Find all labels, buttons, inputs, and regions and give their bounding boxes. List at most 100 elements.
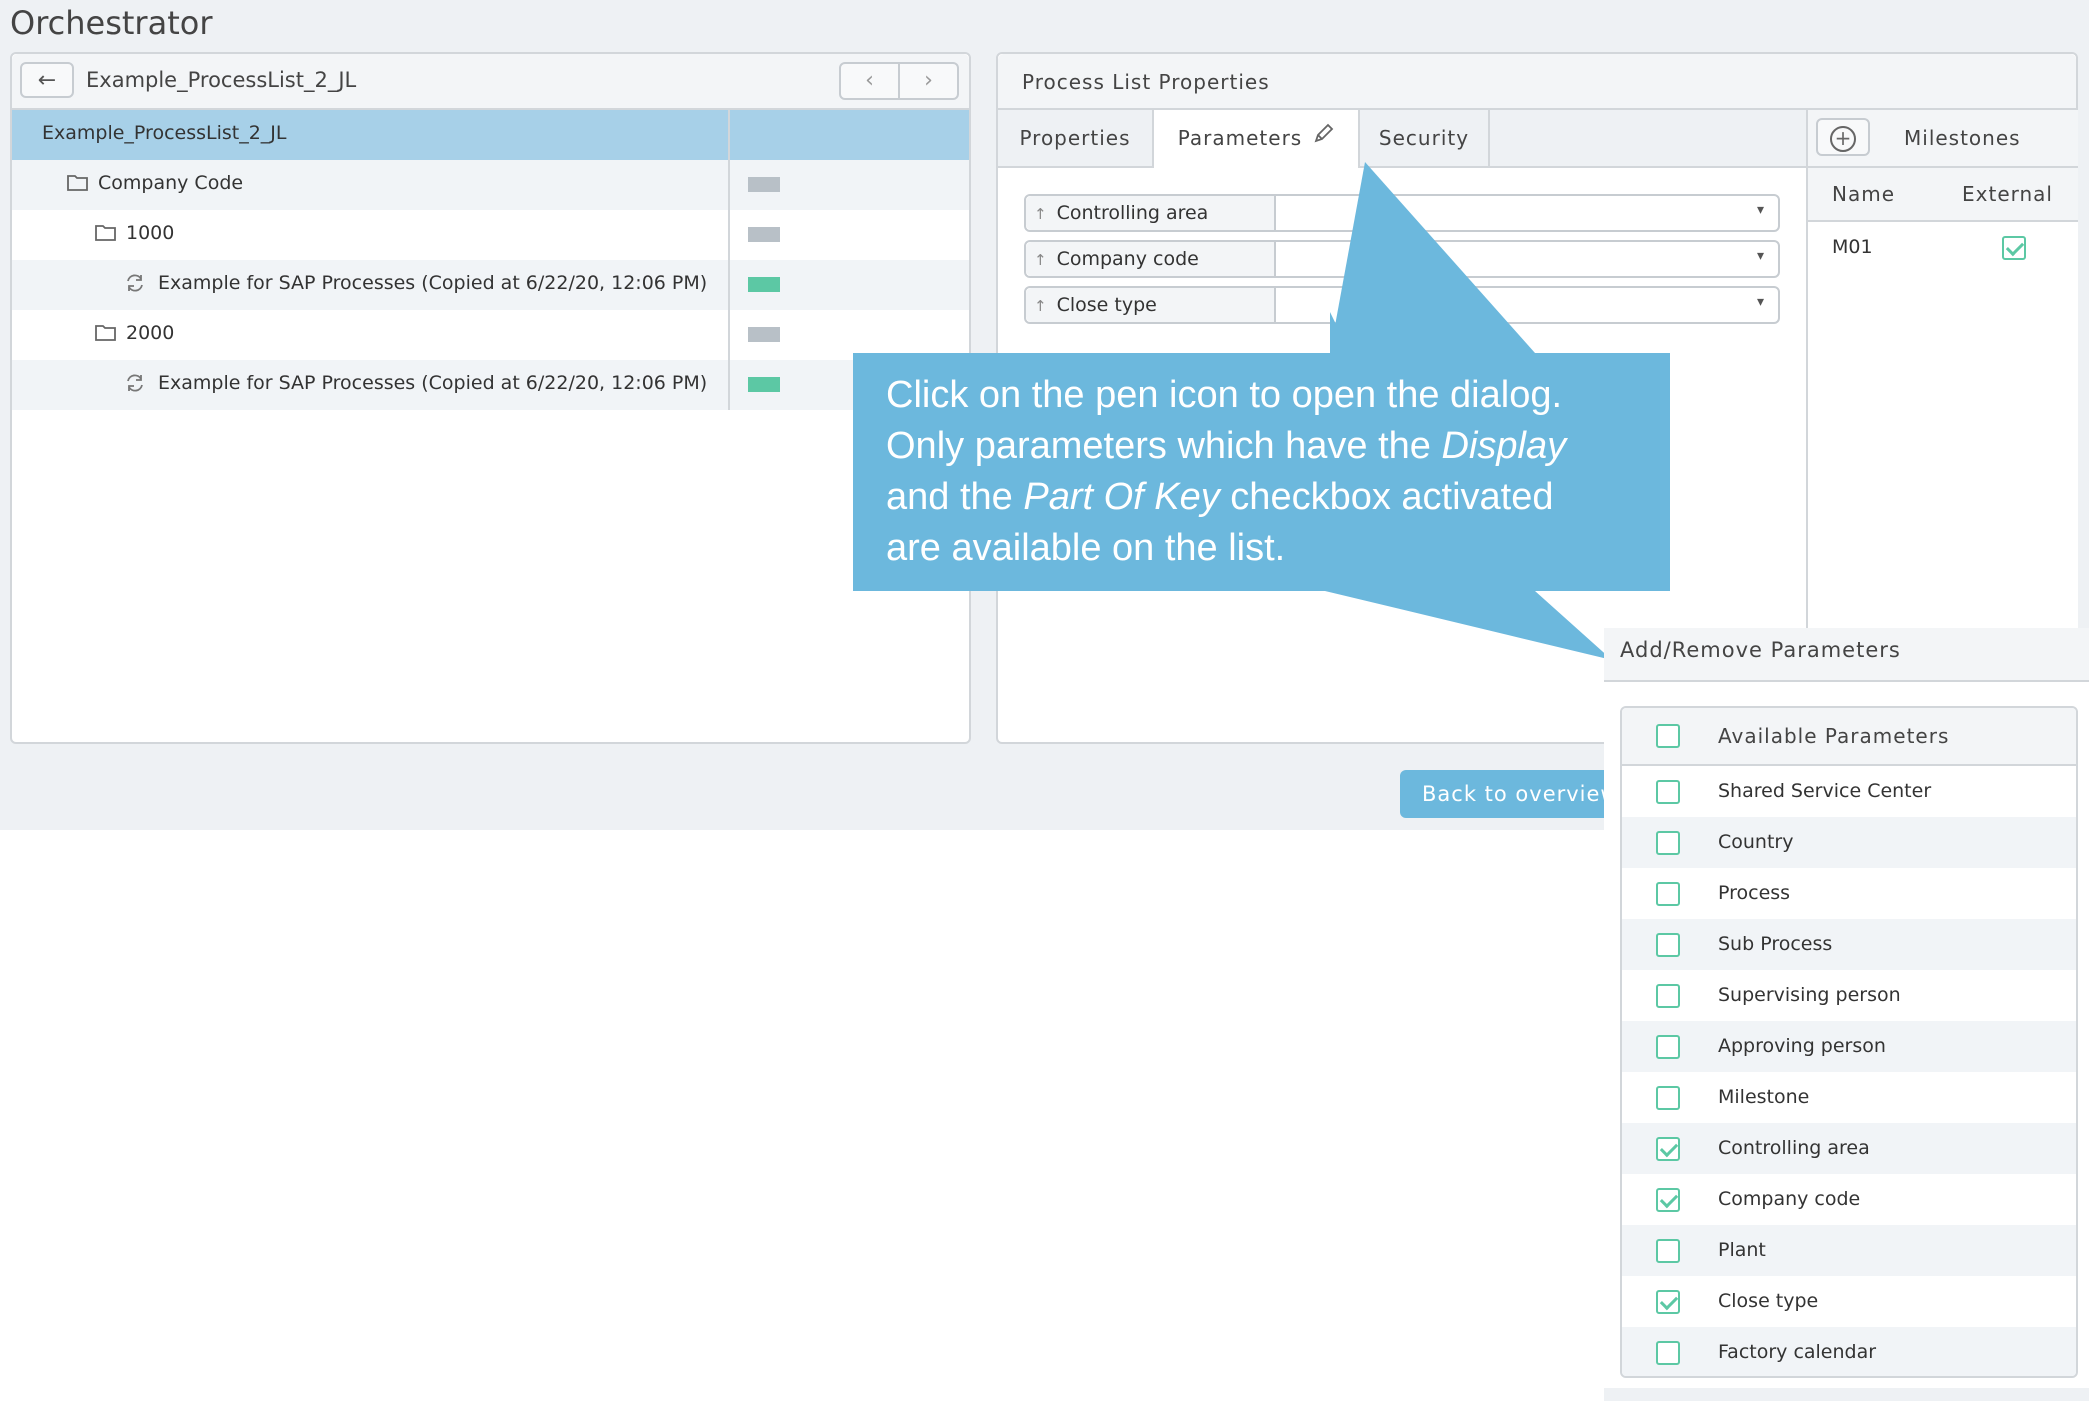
parameter-label: Supervising person <box>1718 984 1901 1006</box>
tab-security[interactable]: Security <box>1360 110 1490 166</box>
tree-navigation: ‹ › <box>839 62 959 100</box>
caret-down-icon: ▾ <box>1756 294 1764 310</box>
column-name[interactable]: Name <box>1832 182 1895 206</box>
param-label: ↑ Company code <box>1026 242 1276 276</box>
milestones-header: + Milestones <box>1808 110 2078 168</box>
param-label-text: Controlling area <box>1056 202 1209 224</box>
sort-arrow-icon: ↑ <box>1034 251 1047 269</box>
tree-row-root[interactable]: Example_ProcessList_2_JL <box>12 110 969 160</box>
column-divider <box>728 310 730 360</box>
process-tree-panel: ← Example_ProcessList_2_JL ‹ › Example_P… <box>10 52 971 744</box>
status-marker <box>748 377 780 392</box>
tree-row-process[interactable]: Example for SAP Processes (Copied at 6/2… <box>12 260 969 310</box>
select-all-checkbox[interactable] <box>1656 724 1680 748</box>
process-icon <box>124 272 146 299</box>
parameter-label: Milestone <box>1718 1086 1810 1108</box>
folder-icon <box>94 222 118 247</box>
dialog-header: Add/Remove Parameters <box>1604 628 2089 682</box>
parameter-checkbox[interactable] <box>1656 831 1680 855</box>
tree-panel-header: ← Example_ProcessList_2_JL ‹ › <box>12 54 969 110</box>
milestone-row[interactable]: M01 <box>1808 222 2078 274</box>
external-checkbox[interactable] <box>2002 236 2026 260</box>
parameter-label: Controlling area <box>1718 1137 1870 1159</box>
parameter-list-item[interactable]: Milestone <box>1622 1072 2076 1123</box>
folder-icon <box>94 322 118 347</box>
process-tree: Example_ProcessList_2_JL Company Code 10… <box>12 110 969 410</box>
pen-icon[interactable] <box>1312 111 1334 167</box>
parameter-checkbox[interactable] <box>1656 1086 1680 1110</box>
parameter-checkbox[interactable] <box>1656 882 1680 906</box>
parameter-label: Country <box>1718 831 1794 853</box>
column-external[interactable]: External <box>1962 182 2053 206</box>
tree-row-label: 1000 <box>126 222 175 244</box>
back-to-overview-button[interactable]: Back to overview <box>1400 770 1630 818</box>
parameter-label: Process <box>1718 882 1791 904</box>
parameter-checkbox[interactable] <box>1656 1239 1680 1263</box>
parameter-list-item[interactable]: Supervising person <box>1622 970 2076 1021</box>
callout-emphasis: Part Of Key <box>1023 476 1220 518</box>
parameter-list-item[interactable]: Close type <box>1622 1276 2076 1327</box>
callout-text: Click on the pen icon to open the dialog… <box>886 370 1666 574</box>
parameter-label: Sub Process <box>1718 933 1833 955</box>
company-code-select[interactable]: ↑ Company code ▾ <box>1024 240 1780 278</box>
parameter-list-item[interactable]: Controlling area <box>1622 1123 2076 1174</box>
tab-parameters[interactable]: Parameters <box>1154 110 1360 168</box>
caret-down-icon: ▾ <box>1756 202 1764 218</box>
parameter-list-item[interactable]: Process <box>1622 868 2076 919</box>
properties-tabs: Properties Parameters Security <box>998 110 1806 168</box>
dialog-footer <box>1604 1388 2089 1401</box>
callout-text-part: Only parameters which have the <box>886 425 1442 467</box>
parameter-list-item[interactable]: Shared Service Center <box>1622 766 2076 817</box>
param-label-text: Close type <box>1056 294 1157 316</box>
tree-row-label: Company Code <box>98 172 244 194</box>
parameter-checkbox[interactable] <box>1656 1035 1680 1059</box>
parameter-checkbox[interactable] <box>1656 1188 1680 1212</box>
back-button[interactable]: ← <box>20 62 74 98</box>
column-divider <box>728 110 730 160</box>
previous-button[interactable]: ‹ <box>841 64 900 98</box>
param-label: ↑ Close type <box>1026 288 1276 322</box>
next-button[interactable]: › <box>900 64 957 98</box>
controlling-area-select[interactable]: ↑ Controlling area ▾ <box>1024 194 1780 232</box>
parameter-checkbox[interactable] <box>1656 1341 1680 1365</box>
available-parameters-header: Available Parameters <box>1622 708 2076 766</box>
parameter-checkbox[interactable] <box>1656 933 1680 957</box>
properties-panel-header: Process List Properties <box>998 54 2076 110</box>
tree-row-folder[interactable]: Company Code <box>12 160 969 210</box>
parameter-list-item[interactable]: Company code <box>1622 1174 2076 1225</box>
parameter-list-item[interactable]: Plant <box>1622 1225 2076 1276</box>
add-milestone-button[interactable]: + <box>1816 118 1870 156</box>
callout-line-2: Only parameters which have the Display <box>886 421 1666 472</box>
parameter-list-item[interactable]: Approving person <box>1622 1021 2076 1072</box>
tab-label: Properties <box>1019 126 1131 150</box>
tree-row-label: 2000 <box>126 322 175 344</box>
callout-text-part: checkbox activated <box>1219 476 1554 518</box>
parameter-list-item[interactable]: Sub Process <box>1622 919 2076 970</box>
column-divider <box>728 360 730 410</box>
plus-circle-icon: + <box>1830 126 1856 152</box>
parameter-label: Factory calendar <box>1718 1341 1877 1363</box>
parameter-label: Company code <box>1718 1188 1861 1210</box>
tree-row-process[interactable]: Example for SAP Processes (Copied at 6/2… <box>12 360 969 410</box>
callout-line-1: Click on the pen icon to open the dialog… <box>886 374 1563 416</box>
parameter-checkbox[interactable] <box>1656 1290 1680 1314</box>
tree-row-folder[interactable]: 1000 <box>12 210 969 260</box>
close-type-select[interactable]: ↑ Close type ▾ <box>1024 286 1780 324</box>
tree-row-label: Example_ProcessList_2_JL <box>42 122 287 144</box>
arrow-left-icon: ← <box>37 68 57 93</box>
milestones-title: Milestones <box>1904 126 2021 150</box>
tree-row-folder[interactable]: 2000 <box>12 310 969 360</box>
properties-title: Process List Properties <box>1022 70 1270 94</box>
param-label-text: Company code <box>1056 248 1199 270</box>
tab-properties[interactable]: Properties <box>998 110 1154 166</box>
available-parameters-label: Available Parameters <box>1718 724 1950 748</box>
process-list-title: Example_ProcessList_2_JL <box>86 68 357 92</box>
parameter-checkbox[interactable] <box>1656 780 1680 804</box>
folder-icon <box>66 172 90 197</box>
parameter-label: Close type <box>1718 1290 1819 1312</box>
milestones-column-header: Name External <box>1808 168 2078 222</box>
parameter-checkbox[interactable] <box>1656 984 1680 1008</box>
parameter-list-item[interactable]: Country <box>1622 817 2076 868</box>
parameter-checkbox[interactable] <box>1656 1137 1680 1161</box>
parameter-list-item[interactable]: Factory calendar <box>1622 1327 2076 1376</box>
